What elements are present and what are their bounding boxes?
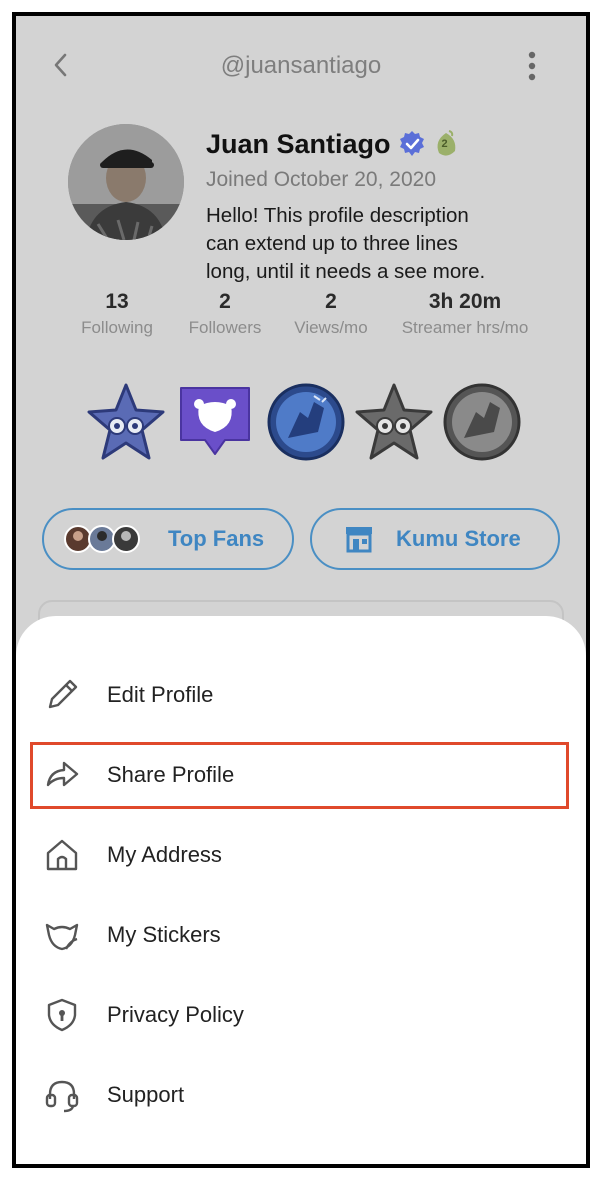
high-five-badge-icon[interactable]	[266, 382, 346, 462]
level-badge: 2	[433, 129, 459, 159]
store-icon	[346, 527, 372, 553]
kumu-store-label: Kumu Store	[396, 526, 521, 551]
verified-badge-icon	[399, 131, 424, 156]
sticker-icon	[45, 923, 79, 951]
headset-icon	[45, 1080, 79, 1113]
profile-name: Juan Santiago	[206, 128, 391, 159]
star-mascot-grey-badge-icon[interactable]	[354, 382, 434, 462]
menu-label: My Stickers	[107, 922, 221, 947]
menu-item-edit-profile[interactable]: Edit Profile	[16, 660, 586, 730]
menu-item-privacy-policy[interactable]: Privacy Policy	[16, 980, 586, 1050]
stat-value: 2	[219, 290, 231, 313]
fan-avatars-icon	[64, 525, 140, 553]
name-row: Juan Santiago 2	[206, 126, 459, 162]
bio-line: Hello! This profile description	[206, 204, 469, 227]
joined-date: Joined October 20, 2020	[206, 168, 436, 191]
bio-line: long, until it needs a see more.	[206, 260, 486, 283]
top-fans-button[interactable]: Top Fans	[42, 508, 294, 570]
top-bar: @juansantiago	[16, 44, 586, 88]
level-number: 2	[441, 138, 448, 150]
stat-label: Following	[81, 318, 153, 337]
stat-label: Followers	[188, 318, 262, 337]
menu-item-support[interactable]: Support	[16, 1060, 586, 1130]
shield-lock-icon	[47, 998, 77, 1032]
pencil-icon	[48, 679, 78, 709]
stat-value: 2	[325, 290, 337, 313]
stat-label: Streamer hrs/mo	[401, 318, 529, 337]
kumu-chat-badge-icon[interactable]	[175, 382, 255, 462]
share-profile-highlight	[30, 742, 569, 809]
avatar[interactable]	[68, 124, 184, 240]
stat-label: Views/mo	[294, 318, 368, 337]
more-options-button[interactable]	[520, 48, 544, 84]
achievement-badges	[86, 382, 526, 478]
profile-stats: 13 Following 2 Followers 2 Views/mo 3h 2…	[72, 290, 542, 350]
menu-label: Support	[107, 1082, 185, 1107]
menu-item-my-address[interactable]: My Address	[16, 820, 586, 890]
stat-value: 13	[105, 290, 129, 313]
high-five-grey-badge-icon[interactable]	[442, 382, 522, 462]
kumu-store-button[interactable]: Kumu Store	[310, 508, 560, 570]
home-icon	[46, 839, 78, 871]
menu-label: Privacy Policy	[107, 1002, 244, 1027]
bio-line: can extend up to three lines	[206, 232, 458, 255]
profile-bio: Hello! This profile description can exte…	[206, 202, 526, 286]
stat-views: 2 Views/mo	[286, 290, 376, 338]
profile-screen: @juansantiago Juan Santiago 2 Joined Oct…	[16, 16, 586, 1164]
options-bottom-sheet: Edit Profile Share Profile My Address My…	[16, 616, 586, 1164]
menu-label: My Address	[107, 842, 222, 867]
star-mascot-badge-icon[interactable]	[86, 382, 166, 462]
more-vertical-icon	[528, 51, 536, 81]
menu-item-my-stickers[interactable]: My Stickers	[16, 900, 586, 970]
stat-streamer-hours: 3h 20m Streamer hrs/mo	[390, 290, 540, 338]
stat-value: 3h 20m	[428, 290, 502, 313]
top-fans-label: Top Fans	[168, 526, 265, 551]
stat-following[interactable]: 13 Following	[72, 290, 162, 338]
phone-frame: @juansantiago Juan Santiago 2 Joined Oct…	[12, 12, 590, 1168]
menu-label: Edit Profile	[107, 682, 214, 707]
profile-handle: @juansantiago	[220, 52, 382, 79]
stat-followers[interactable]: 2 Followers	[180, 290, 270, 338]
